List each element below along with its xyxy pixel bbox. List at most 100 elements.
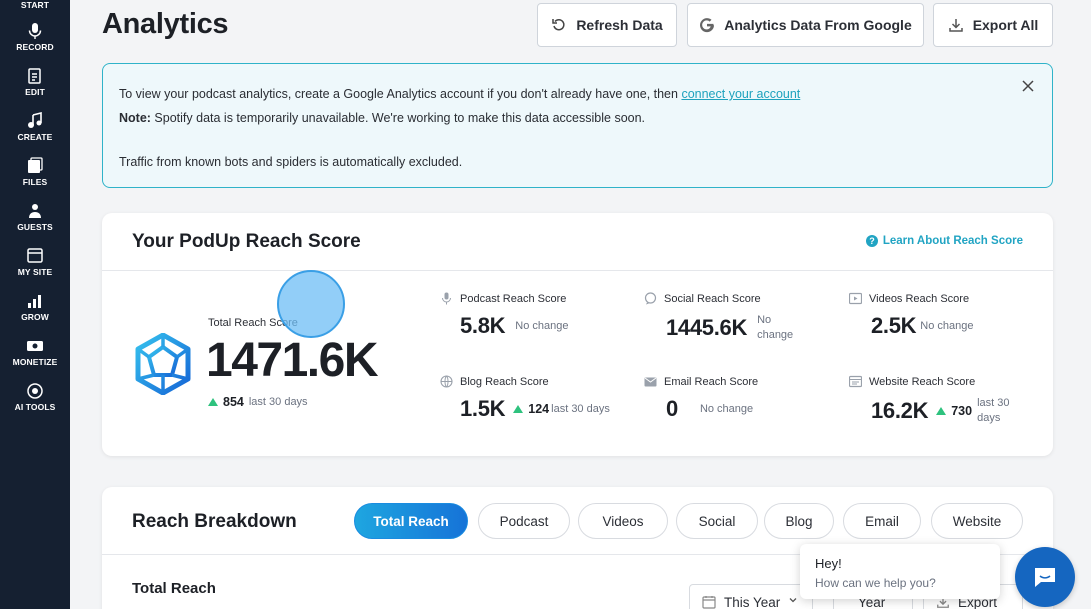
reach-breakdown-title: Reach Breakdown (132, 511, 297, 532)
podcast-reach-metric: Podcast Reach Score 5.8K No change (440, 292, 569, 339)
sidebar-item-files[interactable]: FILES (0, 157, 70, 187)
sidebar-item-label: EDIT (25, 87, 45, 97)
up-arrow-icon (208, 398, 218, 406)
chevron-down-icon (789, 598, 797, 603)
metric-label: Videos Reach Score (869, 292, 970, 305)
website-icon (849, 375, 862, 388)
sidebar-item-guests[interactable]: GUESTS (0, 202, 70, 232)
alert-line-3: Traffic from known bots and spiders is a… (119, 155, 463, 169)
metric-note: No change (920, 319, 974, 332)
sidebar-item-label: CREATE (17, 132, 53, 142)
tab-email[interactable]: Email (843, 503, 921, 539)
download-icon (948, 19, 963, 32)
period-select-value: This Year (724, 595, 781, 609)
metric-note: last 30 days (977, 397, 1010, 424)
tab-blog[interactable]: Blog (764, 503, 834, 539)
social-reach-metric: Social Reach Score 1445.6K No change (644, 292, 797, 343)
videos-reach-metric: Videos Reach Score 2.5K No change (849, 292, 974, 339)
svg-text:?: ? (869, 236, 875, 246)
blog-reach-metric: Blog Reach Score 1.5K 124 last 30 days (440, 375, 610, 422)
metric-value: 1.5K (460, 396, 506, 421)
learn-reach-score-link[interactable]: ? Learn About Reach Score (865, 235, 1023, 247)
ai-tools-icon (27, 383, 43, 399)
main-content: Analytics Refresh Data Analytics Data Fr… (70, 0, 1091, 609)
tab-total-reach[interactable]: Total Reach (354, 503, 468, 539)
refresh-data-button[interactable]: Refresh Data (537, 3, 677, 47)
tab-podcast[interactable]: Podcast (478, 503, 570, 539)
total-reach-delta: 854 last 30 days (208, 395, 308, 409)
sidebar-item-my-site[interactable]: MY SITE (0, 247, 70, 277)
chat-prompt: How can we help you? (815, 576, 936, 590)
monetize-icon (27, 341, 43, 351)
chat-greeting: Hey! (815, 556, 842, 571)
sidebar-item-record[interactable]: RECORD (0, 22, 70, 52)
reach-score-title: Your PodUp Reach Score (132, 231, 361, 252)
sidebar-item-edit[interactable]: EDIT (0, 67, 70, 97)
metric-delta: 124 (528, 402, 550, 416)
total-reach-value: 1471.6K (206, 334, 378, 387)
metric-label: Podcast Reach Score (460, 292, 567, 305)
site-icon (27, 248, 43, 263)
sidebar-item-ai-tools[interactable]: AI TOOLS (0, 382, 70, 412)
sidebar-item-grow[interactable]: GROW (0, 292, 70, 322)
sidebar-item-monetize[interactable]: MONETIZE (0, 337, 70, 367)
google-analytics-label: Analytics Data From Google (724, 17, 912, 33)
period-select[interactable]: This Year (689, 584, 813, 609)
google-icon (700, 18, 715, 33)
google-analytics-button[interactable]: Analytics Data From Google (687, 3, 924, 47)
metric-note: No change (757, 314, 794, 341)
export-all-label: Export All (972, 17, 1039, 33)
metric-label: Website Reach Score (869, 375, 976, 388)
edit-icon (28, 68, 41, 84)
chat-launcher-button[interactable] (1015, 547, 1075, 607)
reach-score-header: Your PodUp Reach Score ? Learn About Rea… (102, 213, 1053, 271)
sidebar-item-label: GROW (21, 312, 49, 322)
metric-value: 1445.6K (666, 315, 748, 340)
email-icon (644, 377, 657, 387)
sidebar-item-label: MY SITE (17, 267, 53, 277)
files-icon (28, 157, 43, 173)
refresh-icon (552, 19, 565, 31)
video-icon (849, 292, 862, 305)
chat-bubble[interactable]: Hey! How can we help you? (800, 544, 1000, 599)
music-note-icon (28, 112, 42, 128)
sidebar-item-label: MONETIZE (12, 357, 58, 367)
sidebar-item-start[interactable]: START (0, 0, 70, 10)
alert-line-1: To view your podcast analytics, create a… (119, 82, 1036, 106)
globe-icon (440, 375, 453, 388)
metric-label: Blog Reach Score (460, 375, 549, 388)
alert-text: To view your podcast analytics, create a… (119, 87, 682, 101)
close-icon[interactable] (1020, 78, 1036, 94)
email-reach-metric: Email Reach Score 0 No change (644, 375, 758, 422)
tab-videos[interactable]: Videos (578, 503, 668, 539)
metric-value: 5.8K (460, 313, 506, 338)
metric-note: No change (515, 319, 569, 332)
sidebar: START RECORD EDIT CREATE FILES GUESTS MY… (0, 0, 70, 609)
calendar-icon (702, 596, 716, 609)
sidebar-item-label: AI TOOLS (14, 402, 56, 412)
sidebar-item-label: GUESTS (17, 222, 53, 232)
reach-score-card: Your PodUp Reach Score ? Learn About Rea… (102, 213, 1053, 456)
sidebar-item-create[interactable]: CREATE (0, 112, 70, 142)
guests-icon (29, 204, 41, 218)
metric-delta: 730 (951, 404, 973, 418)
click-cursor-indicator (277, 270, 345, 338)
chat-icon (1035, 568, 1055, 587)
refresh-data-label: Refresh Data (576, 17, 663, 33)
connect-account-link[interactable]: connect your account (681, 87, 800, 101)
up-arrow-icon (513, 405, 524, 413)
sidebar-item-label: RECORD (16, 42, 54, 52)
mic-icon (442, 292, 451, 305)
note-text: Spotify data is temporarily unavailable.… (150, 111, 646, 125)
podup-logo-icon (135, 333, 191, 395)
metric-label: Social Reach Score (664, 292, 761, 305)
tab-website[interactable]: Website (931, 503, 1023, 539)
metric-value: 16.2K (871, 398, 929, 423)
tab-social[interactable]: Social (676, 503, 758, 539)
metric-note: last 30 days (551, 402, 610, 415)
chat-icon (644, 292, 657, 305)
metric-value: 0 (666, 396, 678, 421)
metric-value: 2.5K (871, 313, 917, 338)
help-icon: ? (865, 235, 878, 247)
export-all-button[interactable]: Export All (933, 3, 1053, 47)
